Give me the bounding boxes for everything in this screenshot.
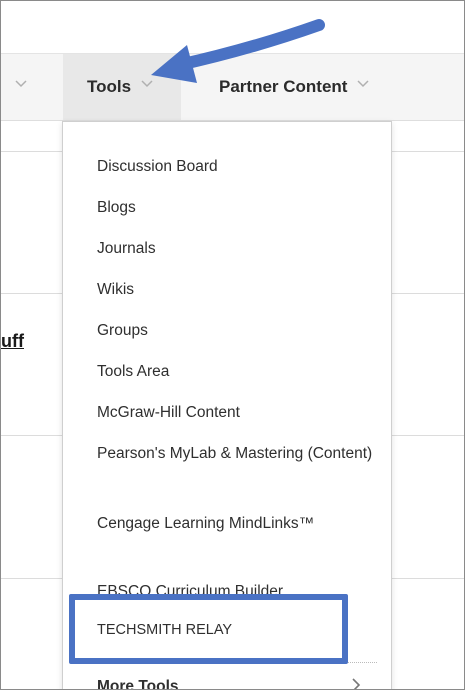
menu-item-wikis[interactable]: Wikis [97,278,377,301]
menu-item-pearson-mylab[interactable]: Pearson's MyLab & Mastering (Content) [97,442,377,465]
menu-item-journals[interactable]: Journals [97,237,377,260]
content-item-link[interactable]: uff [1,331,24,352]
browser-viewport: Tools Partner Content uff Discussion Boa… [0,0,465,690]
menu-item-cengage-mindlinks[interactable]: Cengage Learning MindLinks™ [97,512,377,535]
chevron-right-icon [351,678,361,689]
menu-item-mcgraw-hill-content[interactable]: McGraw-Hill Content [97,401,377,424]
annotation-arrow [151,19,325,83]
menu-item-tools-area[interactable]: Tools Area [97,360,377,383]
menu-item-more-tools[interactable]: More Tools [97,678,377,689]
menu-item-discussion-board[interactable]: Discussion Board [97,155,377,178]
menu-item-blogs[interactable]: Blogs [97,196,377,219]
highlight-box-annotation [69,594,348,664]
menu-item-groups[interactable]: Groups [97,319,377,342]
